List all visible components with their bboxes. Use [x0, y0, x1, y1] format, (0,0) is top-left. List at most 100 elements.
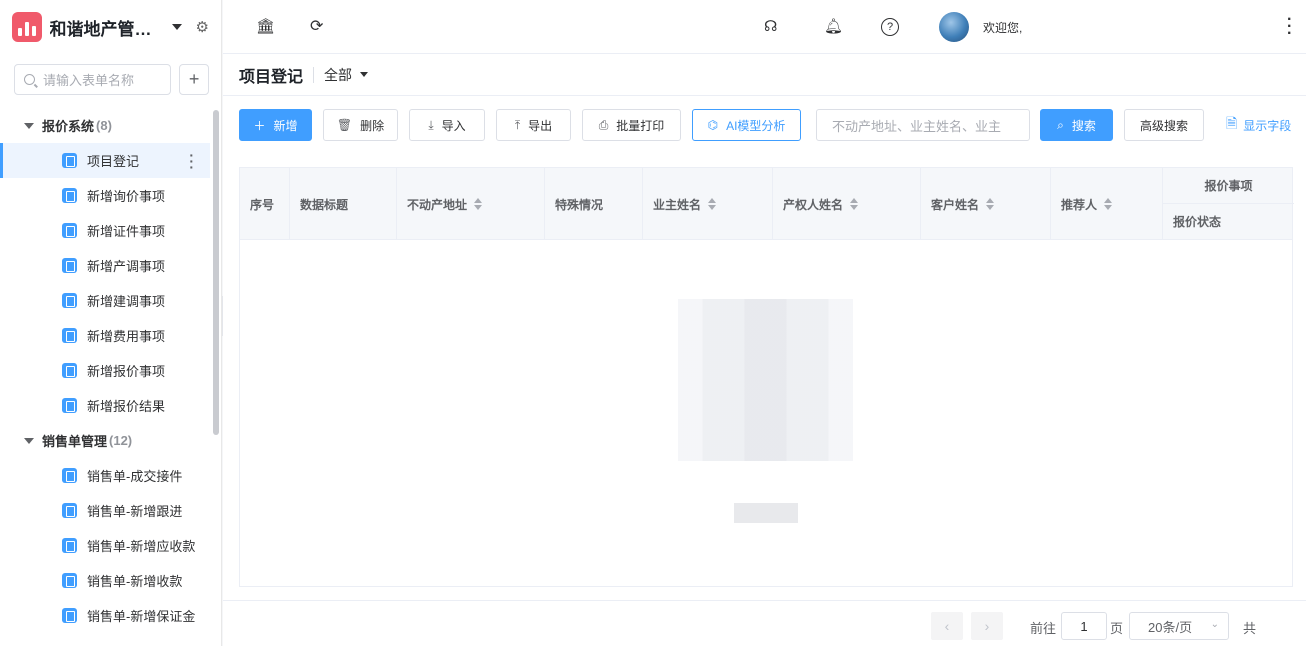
sidebar-item-sales-deal[interactable]: 销售单-成交接件	[0, 458, 210, 493]
advanced-search-label: 高级搜索	[1139, 118, 1188, 133]
sidebar-scrollbar[interactable]	[213, 110, 219, 435]
next-page-button[interactable]: ›	[971, 612, 1003, 640]
column-header-property-holder[interactable]: 产权人姓名	[773, 168, 921, 240]
form-icon	[62, 573, 77, 588]
show-fields-link[interactable]: 🗎︎ 显示字段	[1226, 113, 1291, 137]
column-header-referrer[interactable]: 推荐人	[1051, 168, 1163, 240]
column-label: 序号	[250, 197, 275, 212]
form-search-row: 请输入表单名称 +	[0, 54, 221, 95]
sidebar-item-project-registration[interactable]: 项目登记 · · ·	[0, 143, 210, 178]
app-title[interactable]: 和谐地产管理系统	[50, 15, 166, 40]
keyword-search-input[interactable]: 不动产地址、业主姓名、业主	[816, 109, 1030, 141]
new-button[interactable]: ＋ 新增	[239, 109, 312, 141]
more-vertical-icon[interactable]: · · ·	[189, 148, 194, 174]
sort-icon[interactable]	[1104, 198, 1113, 210]
column-header-customer[interactable]: 客户姓名	[921, 168, 1051, 240]
form-icon	[62, 608, 77, 623]
delete-button[interactable]: 🗑︎ 删除	[323, 109, 398, 141]
sort-icon[interactable]	[986, 198, 995, 210]
welcome-text: 欢迎您,	[983, 21, 1023, 35]
sidebar-item-sales-payment[interactable]: 销售单-新增收款	[0, 563, 210, 598]
sidebar-item-certificate[interactable]: 新增证件事项	[0, 213, 210, 248]
form-search-placeholder: 请输入表单名称	[43, 73, 135, 88]
chevron-right-icon: ›	[984, 618, 990, 634]
import-button[interactable]: ⤓ 导入	[409, 109, 485, 141]
batch-print-button[interactable]: ⎙ 批量打印	[582, 109, 681, 141]
sidebar-item-quotation-result[interactable]: 新增报价结果	[0, 388, 210, 423]
page-size-select[interactable]: 20条/页 ⌄	[1129, 612, 1229, 640]
empty-state-image	[678, 299, 853, 461]
sidebar: 和谐地产管理系统 ⚙ 请输入表单名称 + 报价系统 (8) 项目登记 ··· 新…	[0, 0, 222, 646]
sidebar-item-label: 销售单-新增应收款	[87, 539, 196, 554]
column-label: 推荐人	[1061, 197, 1098, 212]
sidebar-item-construction-survey[interactable]: 新增建调事项	[0, 283, 210, 318]
sidebar-item-label: 新增询价事项	[87, 189, 166, 204]
sidebar-item-label: 新增证件事项	[87, 224, 166, 239]
help-icon[interactable]: ?	[881, 18, 899, 36]
column-header-owner[interactable]: 业主姓名	[643, 168, 773, 240]
import-button-label: 导入	[441, 118, 466, 133]
column-label: 业主姓名	[653, 197, 702, 212]
sidebar-item-inquiry[interactable]: 新增询价事项	[0, 178, 210, 213]
top-bar: 🏛 ⟳ ☊ 🔔︎ ? 欢迎您, · · ·	[223, 0, 1306, 54]
page-size-value: 20条/页	[1148, 619, 1193, 635]
form-icon	[62, 538, 77, 553]
pagination: ‹ › 前往 1 页 20条/页 ⌄ 共	[223, 600, 1306, 646]
refresh-icon[interactable]: ⟳	[310, 16, 323, 36]
form-icon	[62, 293, 77, 308]
delete-button-label: 删除	[360, 118, 385, 133]
column-header-special: 特殊情况	[545, 168, 643, 240]
column-group-quotation: 报价事项 报价状态	[1163, 168, 1294, 240]
trash-icon: 🗑︎	[336, 118, 353, 132]
export-button-label: 导出	[528, 118, 553, 133]
form-search-input[interactable]: 请输入表单名称	[14, 64, 172, 95]
export-button[interactable]: ⤒ 导出	[496, 109, 571, 141]
sidebar-item-fees[interactable]: 新增费用事项	[0, 318, 210, 353]
ai-analysis-button[interactable]: ⌬ AI模型分析	[692, 109, 801, 141]
new-button-label: 新增	[273, 118, 298, 133]
search-button[interactable]: ⌕ 搜索	[1040, 109, 1113, 141]
group-quotation-system[interactable]: 报价系统 (8)	[0, 108, 210, 143]
sort-icon[interactable]	[850, 198, 859, 210]
search-icon: ⌕	[1057, 117, 1064, 132]
advanced-search-button[interactable]: 高级搜索	[1124, 109, 1204, 141]
toolbar: ＋ 新增 🗑︎ 删除 ⤓ 导入 ⤒ 导出 ⎙ 批量打印 ⌬ AI模型分析 不动产地址、业主姓…	[239, 109, 1291, 141]
bell-icon[interactable]: 🔔︎	[824, 17, 843, 35]
app-header: 和谐地产管理系统 ⚙	[0, 0, 221, 54]
view-filter-select[interactable]: 全部	[324, 65, 352, 85]
avatar[interactable]	[939, 12, 969, 42]
main-content: 项目登记 全部 ＋ 新增 🗑︎ 删除 ⤓ 导入 ⤒ 导出 ⎙ 批量打印 ⌬ AI模型分析 不…	[223, 54, 1306, 646]
column-header-title: 数据标题	[290, 168, 397, 240]
headset-icon[interactable]: ☊	[764, 17, 777, 35]
sidebar-item-sales-deposit[interactable]: 销售单-新增保证金	[0, 598, 210, 633]
form-icon	[62, 153, 77, 168]
bank-icon[interactable]: 🏛	[256, 17, 275, 35]
sidebar-item-property-survey[interactable]: 新增产调事项	[0, 248, 210, 283]
app-logo-icon	[12, 12, 42, 42]
sidebar-item-sales-receivable[interactable]: 销售单-新增应收款	[0, 528, 210, 563]
sidebar-item-label: 新增报价事项	[87, 364, 166, 379]
table-header: 序号 数据标题 不动产地址 特殊情况 业主姓名 产权人姓名 客户姓名 推荐人 报…	[240, 168, 1294, 240]
chevron-down-icon[interactable]	[360, 72, 369, 77]
page-number-input[interactable]: 1	[1061, 612, 1107, 640]
form-icon	[62, 363, 77, 378]
caret-down-icon	[24, 437, 34, 444]
column-header-address[interactable]: 不动产地址	[397, 168, 545, 240]
group-label: 报价系统	[42, 119, 95, 134]
sidebar-item-label: 销售单-新增跟进	[87, 504, 183, 519]
sort-icon[interactable]	[708, 198, 717, 210]
page-title: 项目登记	[239, 68, 304, 86]
data-table: 序号 数据标题 不动产地址 特殊情况 业主姓名 产权人姓名 客户姓名 推荐人 报…	[239, 167, 1294, 587]
prev-page-button[interactable]: ‹	[931, 612, 963, 640]
sidebar-item-quotation[interactable]: 新增报价事项	[0, 353, 210, 388]
ai-analysis-label: AI模型分析	[726, 118, 786, 133]
app-switch-chevron-down-icon[interactable]	[171, 24, 182, 30]
sidebar-item-label: 销售单-新增收款	[87, 574, 183, 589]
add-form-button[interactable]: +	[179, 64, 209, 95]
group-sales-order[interactable]: 销售单管理 (12)	[0, 423, 210, 458]
sidebar-item-sales-followup[interactable]: 销售单-新增跟进	[0, 493, 210, 528]
sort-icon[interactable]	[474, 198, 483, 210]
more-vertical-icon[interactable]: · · ·	[1287, 12, 1292, 42]
caret-down-icon	[24, 122, 34, 129]
gear-icon[interactable]: ⚙	[196, 18, 209, 36]
